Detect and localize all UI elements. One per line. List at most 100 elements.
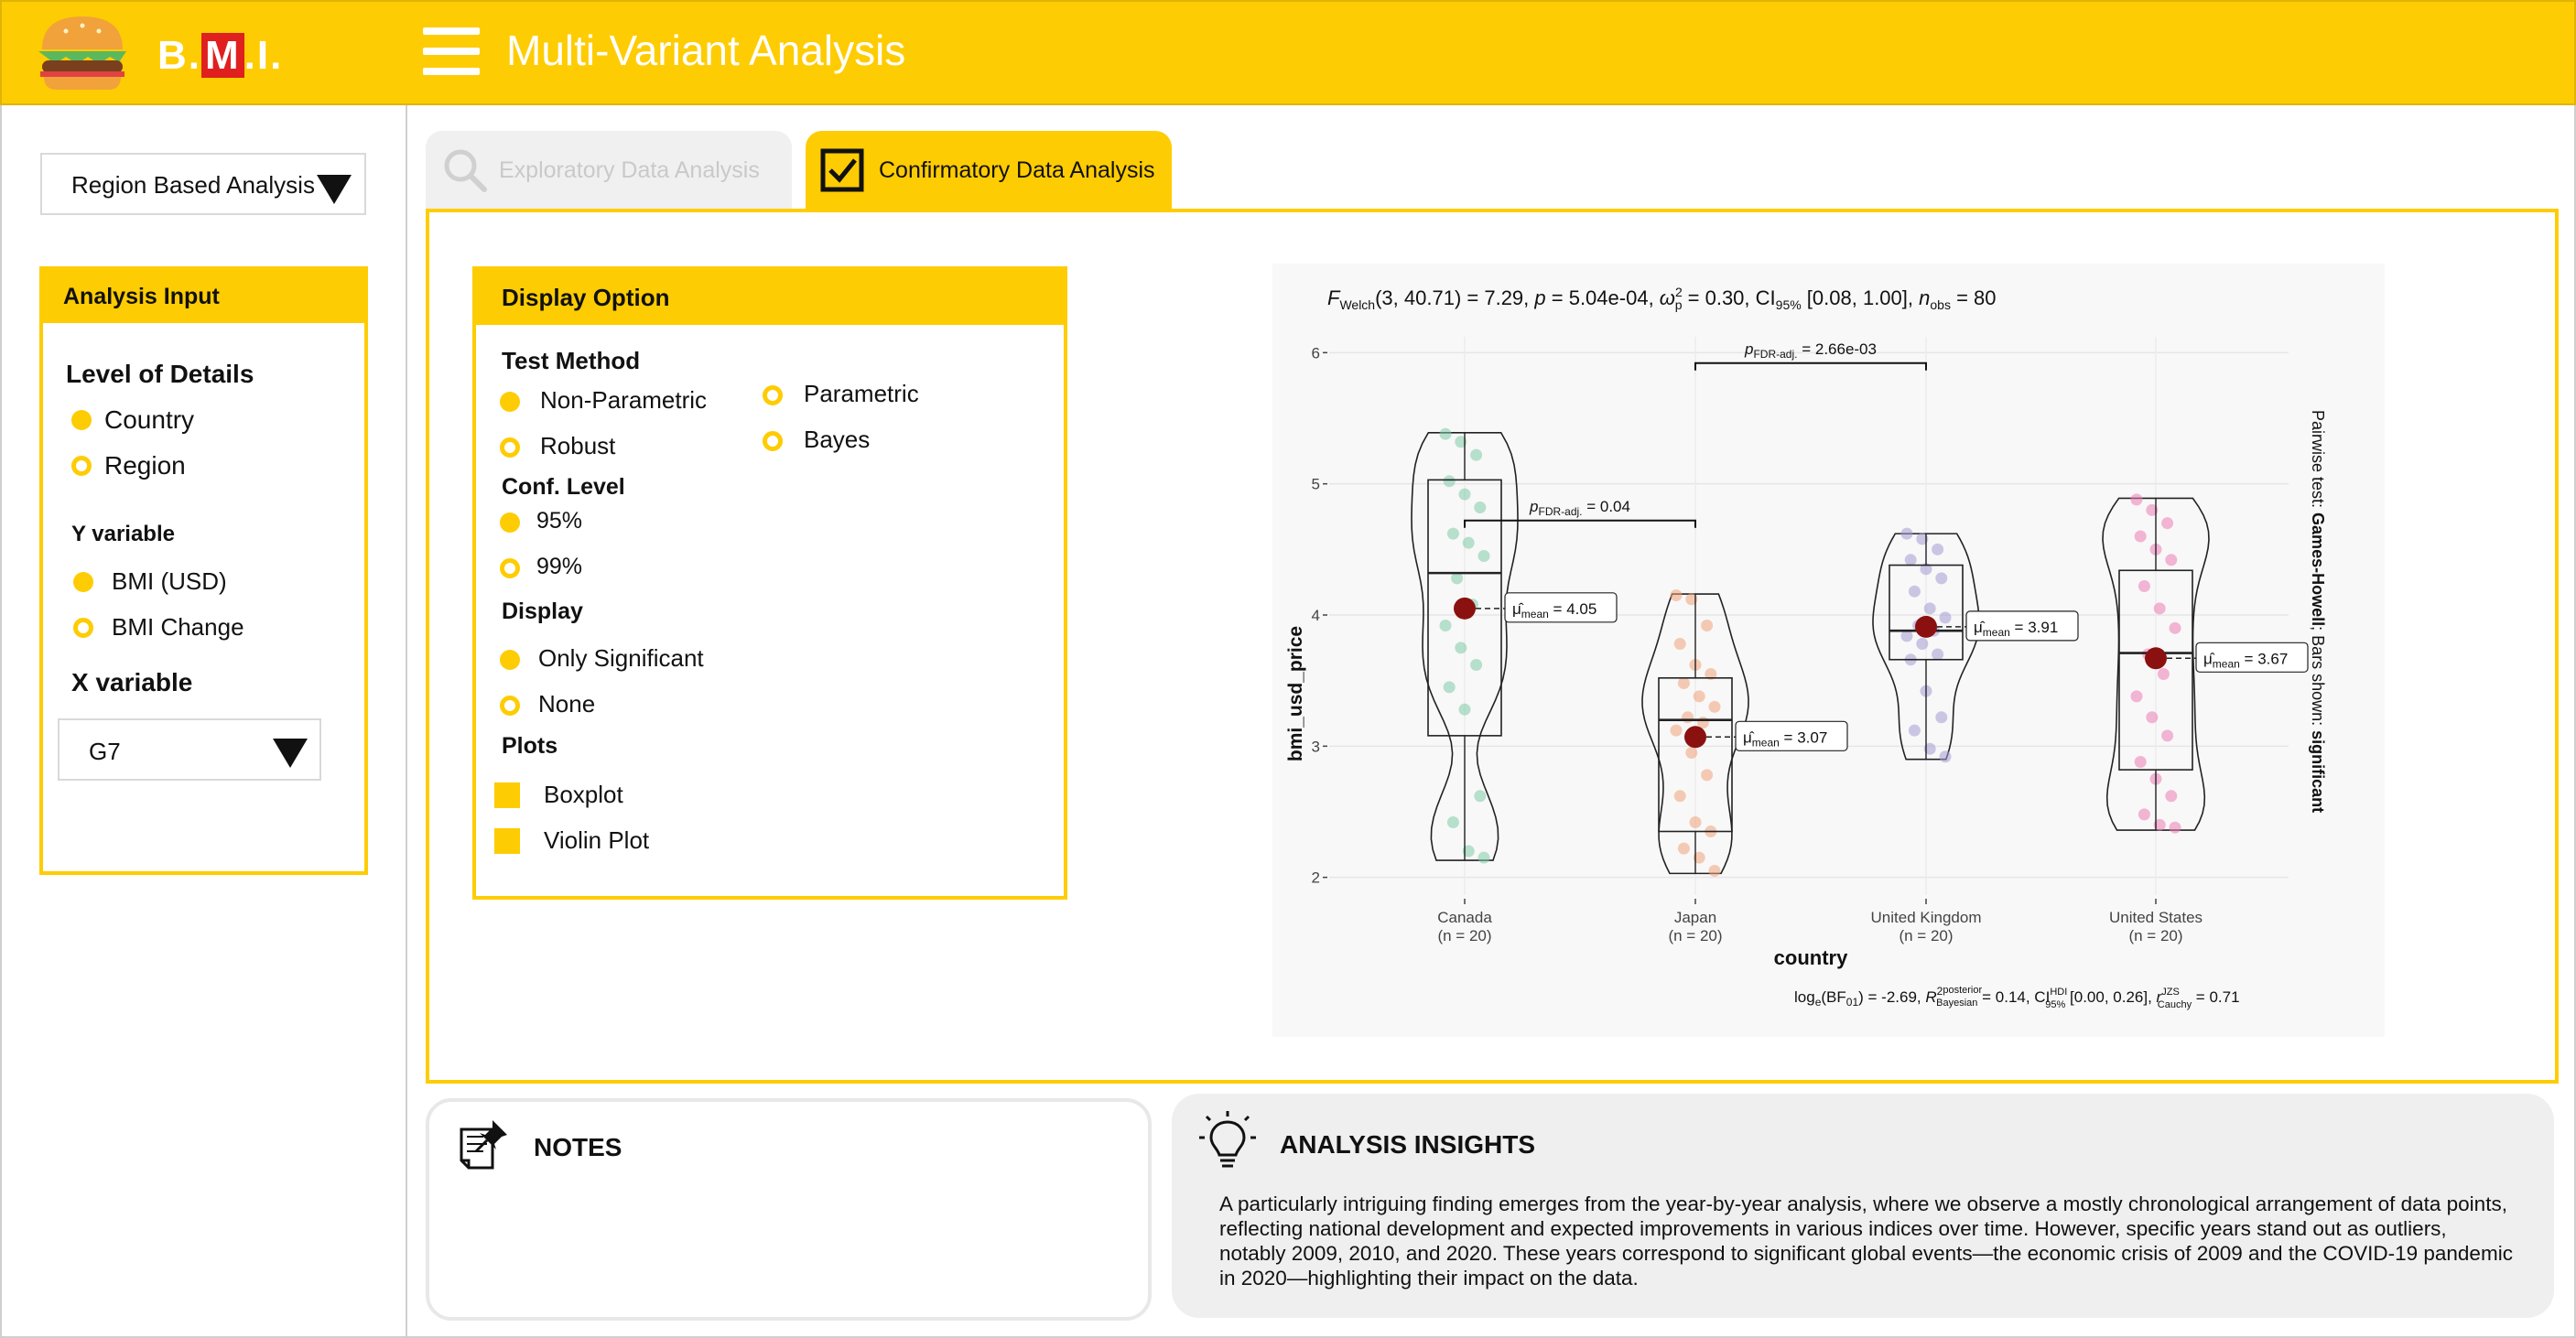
radio-none-label[interactable]: None	[538, 690, 595, 718]
data-point	[1904, 554, 1917, 566]
data-point	[2153, 602, 2166, 615]
data-point	[1474, 790, 1487, 803]
page-title: Multi-Variant Analysis	[506, 27, 906, 74]
radio-none[interactable]	[500, 696, 520, 716]
radio-bayes[interactable]	[763, 431, 783, 451]
notes-panel[interactable]	[426, 1098, 1152, 1321]
radio-bmi-change[interactable]	[73, 618, 93, 638]
radio-non-parametric[interactable]	[500, 392, 520, 412]
radio-bmi-usd[interactable]	[73, 572, 93, 592]
radio-bmi-usd-label[interactable]: BMI (USD)	[112, 567, 227, 596]
violin-box-chart: FWelch(3, 40.71) = 7.29, p = 5.04e-04, ω…	[1285, 285, 2327, 1010]
x-tick-label: Canada	[1437, 909, 1492, 926]
comparison-bar	[1694, 361, 1927, 371]
data-point	[2165, 790, 2178, 803]
data-point	[1470, 658, 1483, 671]
display-option-header: Display Option	[476, 270, 1064, 325]
mean-marker	[1915, 615, 1937, 638]
data-point	[1458, 703, 1471, 716]
app-header	[0, 0, 2576, 105]
radio-robust[interactable]	[500, 437, 520, 458]
data-point	[1682, 711, 1694, 724]
data-point	[2169, 821, 2181, 834]
data-point	[1689, 815, 1702, 828]
data-point	[2161, 729, 2174, 742]
radio-non-parametric-label[interactable]: Non-Parametric	[540, 386, 707, 415]
x-variable-label: X variable	[71, 668, 193, 696]
notes-pin-icon	[460, 1120, 507, 1170]
mean-marker	[2145, 647, 2167, 670]
data-point	[2130, 493, 2143, 506]
x-tick-n-label: (n = 20)	[1437, 927, 1491, 944]
y-tick-label: 2	[1312, 869, 1320, 887]
checkbox-boxplot-label[interactable]: Boxplot	[544, 781, 623, 809]
data-point	[1701, 769, 1714, 782]
data-point	[1477, 851, 1490, 864]
checkbox-boxplot[interactable]	[494, 782, 520, 808]
data-point	[1446, 815, 1459, 828]
data-point	[1673, 790, 1686, 803]
y-tick-label: 6	[1312, 344, 1320, 361]
radio-conf-95[interactable]	[500, 513, 520, 533]
x-tick-n-label: (n = 20)	[2128, 927, 2182, 944]
radio-robust-label[interactable]: Robust	[540, 432, 615, 460]
x-tick-label: Japan	[1674, 909, 1716, 926]
comparison-label: pFDR-adj. = 2.66e-03	[1744, 340, 1877, 361]
mean-marker	[1454, 597, 1476, 620]
x-tick-label: United Kingdom	[1871, 909, 1982, 926]
y-tick-label: 3	[1312, 738, 1320, 755]
y-tick-label: 5	[1312, 476, 1320, 493]
radio-conf-99-label[interactable]: 99%	[536, 554, 582, 580]
radio-conf-95-label[interactable]: 95%	[536, 508, 582, 534]
data-point	[1685, 747, 1698, 759]
data-point	[2161, 517, 2174, 530]
insights-text: A particularly intriguing finding emerge…	[1219, 1192, 2513, 1289]
data-point	[1439, 427, 1452, 440]
radio-bayes-label[interactable]: Bayes	[804, 426, 870, 454]
data-point	[1455, 642, 1467, 654]
radio-country[interactable]	[71, 410, 92, 430]
burger-logo-icon	[35, 11, 130, 95]
radio-country-label[interactable]: Country	[104, 405, 194, 435]
data-point	[1932, 648, 1944, 661]
data-point	[1443, 681, 1456, 694]
comparison-label: pFDR-adj. = 0.04	[1529, 498, 1630, 518]
insights-title: ANALYSIS INSIGHTS	[1280, 1130, 1536, 1159]
radio-only-significant-label[interactable]: Only Significant	[538, 644, 704, 673]
data-point	[2138, 579, 2150, 592]
checkbox-violin-plot[interactable]	[494, 828, 520, 854]
data-point	[2134, 530, 2147, 543]
data-point	[1900, 527, 1913, 540]
radio-parametric[interactable]	[763, 385, 783, 405]
hamburger-menu-icon[interactable]	[423, 27, 480, 75]
data-point	[1708, 700, 1721, 713]
radio-conf-99[interactable]	[500, 558, 520, 578]
display-label: Display	[502, 599, 583, 624]
analysis-input-header: Analysis Input	[43, 270, 364, 323]
radio-bmi-change-label[interactable]: BMI Change	[112, 613, 244, 642]
analysis-type-value: Region Based Analysis	[71, 171, 315, 199]
x-tick-n-label: (n = 20)	[1668, 927, 1722, 944]
tab-exploratory[interactable]: Exploratory Data Analysis	[426, 131, 792, 210]
radio-region[interactable]	[71, 456, 92, 476]
comparison-bar	[1464, 519, 1696, 528]
data-point	[2146, 711, 2159, 724]
data-point	[2134, 756, 2147, 769]
x-variable-value: G7	[89, 738, 121, 765]
chart-title: FWelch(3, 40.71) = 7.29, p = 5.04e-04, ω…	[1327, 285, 1997, 312]
data-point	[1908, 585, 1921, 598]
data-point	[1708, 865, 1721, 877]
level-of-details-label: Level of Details	[66, 360, 254, 388]
tab-exploratory-label: Exploratory Data Analysis	[499, 156, 760, 183]
radio-region-label[interactable]: Region	[104, 451, 186, 480]
tab-confirmatory[interactable]: Confirmatory Data Analysis	[806, 131, 1172, 210]
search-icon	[444, 149, 487, 192]
analysis-type-select[interactable]: Region Based Analysis	[40, 153, 366, 215]
checkbox-violin-plot-label[interactable]: Violin Plot	[544, 826, 649, 855]
app-logo-text: B.M.I.	[157, 33, 283, 79]
data-point	[1932, 543, 1944, 556]
x-variable-select[interactable]: G7	[58, 718, 321, 781]
radio-only-significant[interactable]	[500, 650, 520, 670]
data-point	[1701, 619, 1714, 631]
radio-parametric-label[interactable]: Parametric	[804, 380, 919, 408]
